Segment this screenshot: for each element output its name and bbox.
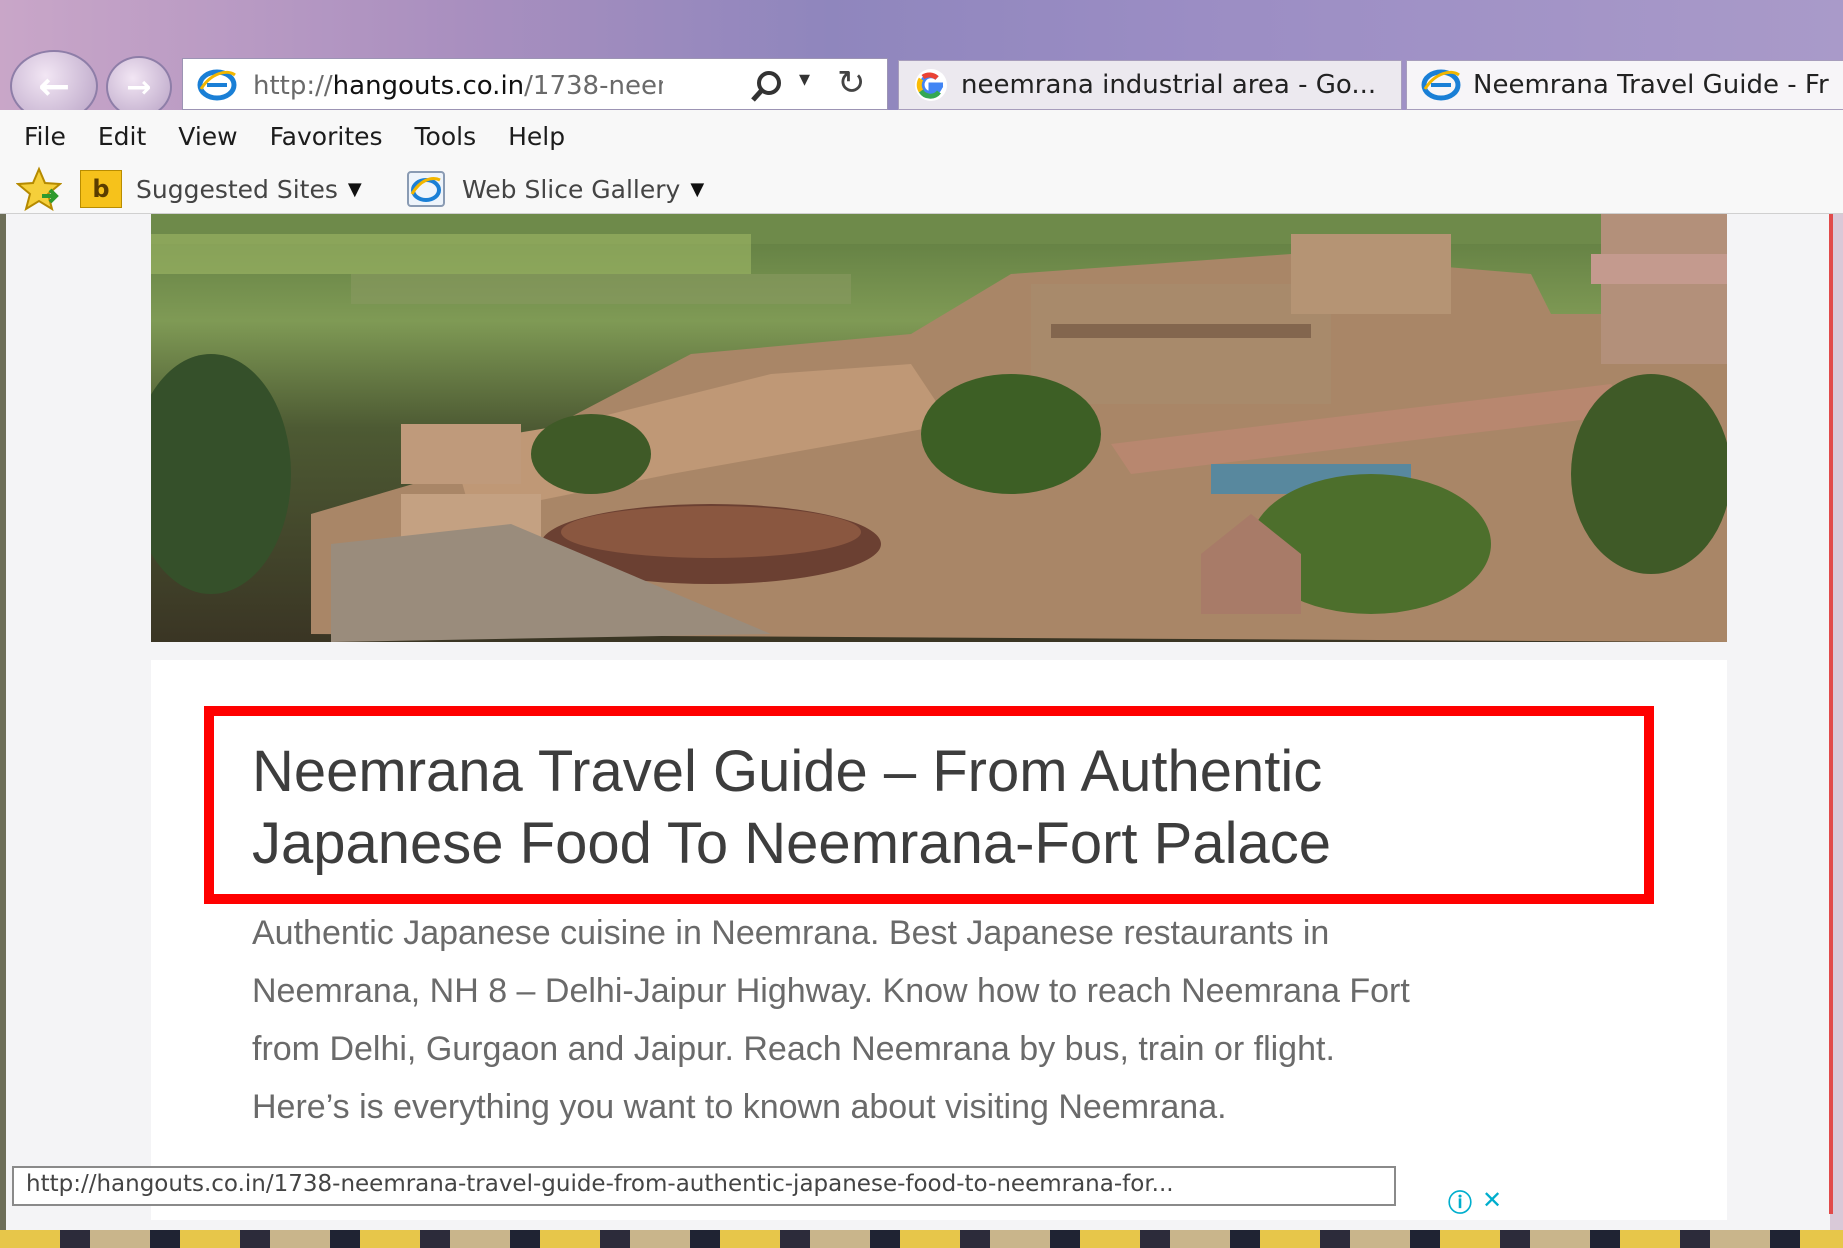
menu-file[interactable]: File (24, 122, 66, 151)
description-line: Authentic Japanese cuisine in Neemrana. … (252, 914, 1330, 952)
status-bar-url: http://hangouts.co.in/1738-neemrana-trav… (12, 1166, 1396, 1206)
arrow-right-icon: → (126, 69, 152, 105)
description-line: Here’s is everything you want to known a… (252, 1088, 1227, 1126)
menu-favorites[interactable]: Favorites (270, 122, 383, 151)
url-host: hangouts.co.in (332, 71, 525, 101)
menu-edit[interactable]: Edit (98, 122, 146, 151)
chevron-down-icon: ▼ (347, 178, 362, 200)
url-path: /1738-neemrar (524, 71, 663, 101)
ad-choices[interactable]: ⓘ ✕ (1446, 1186, 1506, 1217)
article-title-line: Japanese Food To Neemrana-Fort Palace (252, 811, 1331, 876)
menu-help[interactable]: Help (508, 122, 565, 151)
search-icon[interactable] (749, 69, 785, 105)
description-line: from Delhi, Gurgaon and Jaipur. Reach Ne… (252, 1030, 1335, 1068)
article-title[interactable]: Neemrana Travel Guide – From Authentic J… (252, 736, 1582, 880)
ie-icon (197, 69, 237, 101)
chevron-down-icon: ▼ (690, 178, 705, 200)
favorites-star-icon[interactable] (16, 166, 62, 212)
ie-icon (407, 171, 445, 207)
refresh-icon[interactable]: ↻ (837, 63, 866, 103)
tab-google-search[interactable]: neemrana industrial area - Go... (898, 60, 1402, 110)
tab-neemrana-travel-guide[interactable]: Neemrana Travel Guide - Fr (1406, 60, 1843, 110)
chevron-down-icon[interactable]: ▾ (799, 67, 810, 92)
address-bar[interactable]: http://hangouts.co.in/1738-neemrar ▾ ↻ (182, 58, 888, 110)
favorites-suggested-sites[interactable]: b Suggested Sites ▼ (80, 170, 362, 208)
menu-tools[interactable]: Tools (415, 122, 477, 151)
taskbar-strip (0, 1230, 1843, 1248)
article-title-line: Neemrana Travel Guide – From Authentic (252, 739, 1323, 804)
favorites-bar: b Suggested Sites ▼ Web Slice Gallery ▼ (0, 162, 1843, 214)
info-icon[interactable]: ⓘ (1446, 1186, 1474, 1217)
tab-label: Neemrana Travel Guide - Fr (1473, 70, 1829, 100)
tab-label: neemrana industrial area - Go... (961, 70, 1377, 100)
forward-button[interactable]: → (106, 56, 172, 118)
menu-view[interactable]: View (178, 122, 237, 151)
ie-icon (1421, 69, 1461, 101)
hero-image-neemrana-fort[interactable] (151, 214, 1727, 642)
arrow-left-icon: ← (38, 64, 70, 108)
close-icon[interactable]: ✕ (1478, 1186, 1506, 1214)
favorites-label: Web Slice Gallery (462, 174, 681, 204)
scroll-edge-line (1829, 214, 1833, 1214)
address-url[interactable]: http://hangouts.co.in/1738-neemrar (253, 71, 663, 101)
google-icon (915, 69, 947, 101)
favorites-label: Suggested Sites (136, 174, 338, 204)
window-left-edge (0, 214, 6, 1248)
article-description: Authentic Japanese cuisine in Neemrana. … (252, 904, 1652, 1136)
menu-bar: File Edit View Favorites Tools Help (0, 110, 1843, 162)
bing-icon: b (80, 170, 122, 208)
description-line: Neemrana, NH 8 – Delhi-Jaipur Highway. K… (252, 972, 1410, 1010)
url-prefix: http:// (253, 71, 333, 101)
favorites-web-slice-gallery[interactable]: Web Slice Gallery ▼ (404, 170, 704, 208)
